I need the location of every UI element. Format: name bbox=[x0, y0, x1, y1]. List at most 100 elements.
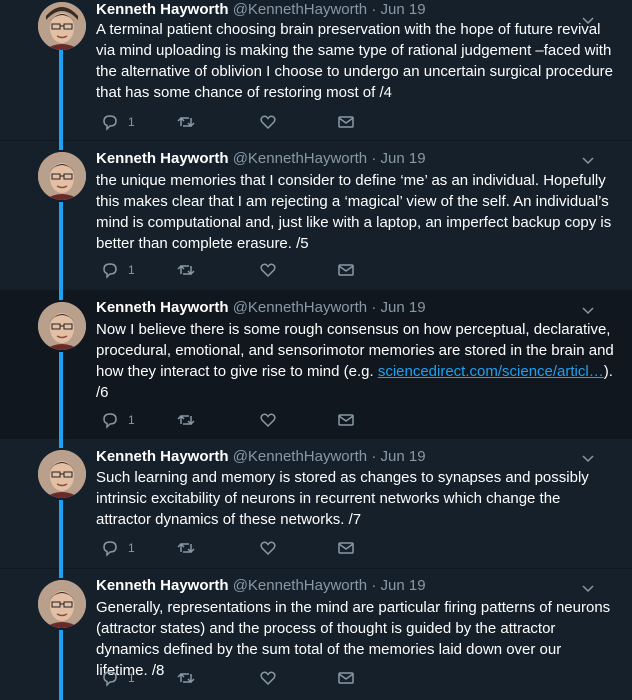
separator-dot: · bbox=[371, 1, 377, 18]
reply-button[interactable]: 1 bbox=[100, 668, 135, 688]
tweet-actions: 1 bbox=[96, 112, 396, 132]
chevron-down-icon[interactable] bbox=[580, 450, 596, 466]
author-name[interactable]: Kenneth Hayworth bbox=[96, 448, 229, 465]
retweet-button[interactable] bbox=[176, 668, 196, 688]
direct-message-button[interactable] bbox=[336, 410, 356, 430]
thread-line bbox=[59, 630, 63, 700]
avatar-image bbox=[38, 2, 86, 50]
thread-line bbox=[59, 202, 63, 290]
heart-icon bbox=[260, 671, 276, 686]
reply-icon bbox=[103, 413, 117, 429]
retweet-icon bbox=[177, 414, 195, 426]
retweet-icon bbox=[177, 672, 195, 684]
heart-icon bbox=[260, 263, 276, 278]
envelope-icon bbox=[338, 116, 354, 128]
avatar-image bbox=[38, 302, 86, 350]
tweet-highlighted[interactable]: Kenneth Hayworth @KennethHayworth · Jun … bbox=[0, 290, 632, 439]
author-handle[interactable]: @KennethHayworth bbox=[233, 448, 367, 465]
retweet-icon bbox=[177, 116, 195, 128]
tweet-header: Kenneth Hayworth @KennethHayworth · Jun … bbox=[96, 149, 426, 169]
chevron-down-icon[interactable] bbox=[580, 580, 596, 596]
author-handle[interactable]: @KennethHayworth bbox=[233, 150, 367, 167]
direct-message-button[interactable] bbox=[336, 668, 356, 688]
reply-count: 1 bbox=[128, 413, 135, 427]
reply-count: 1 bbox=[128, 115, 135, 129]
tweet-text: Now I believe there is some rough consen… bbox=[96, 319, 616, 403]
tweet-actions: 1 bbox=[96, 668, 396, 688]
chevron-down-icon[interactable] bbox=[580, 302, 596, 318]
thread-line bbox=[59, 140, 63, 150]
tweet-actions: 1 bbox=[96, 410, 396, 430]
author-name[interactable]: Kenneth Hayworth bbox=[96, 150, 229, 167]
thread-line bbox=[59, 290, 63, 300]
retweet-button[interactable] bbox=[176, 410, 196, 430]
author-name[interactable]: Kenneth Hayworth bbox=[96, 299, 229, 316]
tweet-date[interactable]: Jun 19 bbox=[381, 1, 426, 18]
tweet-date[interactable]: Jun 19 bbox=[381, 448, 426, 465]
tweet-header: Kenneth Hayworth @KennethHayworth · Jun … bbox=[96, 0, 426, 20]
separator-dot: · bbox=[371, 448, 377, 465]
tweet-date[interactable]: Jun 19 bbox=[381, 577, 426, 594]
thread-line bbox=[59, 48, 63, 140]
reply-icon bbox=[103, 541, 117, 557]
tweet[interactable]: Kenneth Hayworth @KennethHayworth · Jun … bbox=[0, 140, 632, 291]
retweet-button[interactable] bbox=[176, 260, 196, 280]
retweet-icon bbox=[177, 264, 195, 276]
author-name[interactable]: Kenneth Hayworth bbox=[96, 1, 229, 18]
tweet[interactable]: Kenneth Hayworth @KennethHayworth · Jun … bbox=[0, 0, 632, 141]
author-handle[interactable]: @KennethHayworth bbox=[233, 577, 367, 594]
heart-icon bbox=[260, 413, 276, 428]
heart-icon bbox=[260, 115, 276, 130]
chevron-down-icon[interactable] bbox=[580, 152, 596, 168]
tweet[interactable]: Kenneth Hayworth @KennethHayworth · Jun … bbox=[0, 438, 632, 569]
author-name[interactable]: Kenneth Hayworth bbox=[96, 577, 229, 594]
like-button[interactable] bbox=[258, 260, 278, 280]
tweet-text: Such learning and memory is stored as ch… bbox=[96, 469, 589, 528]
avatar[interactable] bbox=[38, 580, 86, 628]
tweet-text: the unique memories that I consider to d… bbox=[96, 172, 612, 252]
author-handle[interactable]: @KennethHayworth bbox=[233, 1, 367, 18]
avatar[interactable] bbox=[38, 2, 86, 50]
envelope-icon bbox=[338, 264, 354, 276]
reply-count: 1 bbox=[128, 541, 135, 555]
thread-line bbox=[59, 500, 63, 568]
envelope-icon bbox=[338, 414, 354, 426]
thread-line bbox=[59, 438, 63, 448]
reply-button[interactable]: 1 bbox=[100, 260, 135, 280]
tweet-header: Kenneth Hayworth @KennethHayworth · Jun … bbox=[96, 298, 426, 318]
reply-button[interactable]: 1 bbox=[100, 410, 135, 430]
reply-count: 1 bbox=[128, 263, 135, 277]
avatar[interactable] bbox=[38, 302, 86, 350]
retweet-icon bbox=[177, 542, 195, 554]
tweet-header: Kenneth Hayworth @KennethHayworth · Jun … bbox=[96, 447, 426, 467]
like-button[interactable] bbox=[258, 112, 278, 132]
reply-count: 1 bbox=[128, 671, 135, 685]
direct-message-button[interactable] bbox=[336, 538, 356, 558]
avatar-image bbox=[38, 580, 86, 628]
tweet-actions: 1 bbox=[96, 538, 396, 558]
like-button[interactable] bbox=[258, 538, 278, 558]
tweet-date[interactable]: Jun 19 bbox=[381, 299, 426, 316]
reply-icon bbox=[103, 263, 117, 279]
like-button[interactable] bbox=[258, 668, 278, 688]
avatar-image bbox=[38, 152, 86, 200]
envelope-icon bbox=[338, 672, 354, 684]
separator-dot: · bbox=[371, 299, 377, 316]
author-handle[interactable]: @KennethHayworth bbox=[233, 299, 367, 316]
heart-icon bbox=[260, 541, 276, 556]
envelope-icon bbox=[338, 542, 354, 554]
direct-message-button[interactable] bbox=[336, 260, 356, 280]
tweet-header: Kenneth Hayworth @KennethHayworth · Jun … bbox=[96, 576, 426, 596]
direct-message-button[interactable] bbox=[336, 112, 356, 132]
tweet[interactable]: Kenneth Hayworth @KennethHayworth · Jun … bbox=[0, 568, 632, 700]
reply-icon bbox=[103, 671, 117, 687]
retweet-button[interactable] bbox=[176, 538, 196, 558]
avatar[interactable] bbox=[38, 450, 86, 498]
retweet-button[interactable] bbox=[176, 112, 196, 132]
avatar[interactable] bbox=[38, 152, 86, 200]
tweet-date[interactable]: Jun 19 bbox=[381, 150, 426, 167]
like-button[interactable] bbox=[258, 410, 278, 430]
article-link[interactable]: sciencedirect.com/science/articl… bbox=[378, 363, 604, 380]
reply-button[interactable]: 1 bbox=[100, 538, 135, 558]
reply-button[interactable]: 1 bbox=[100, 112, 135, 132]
